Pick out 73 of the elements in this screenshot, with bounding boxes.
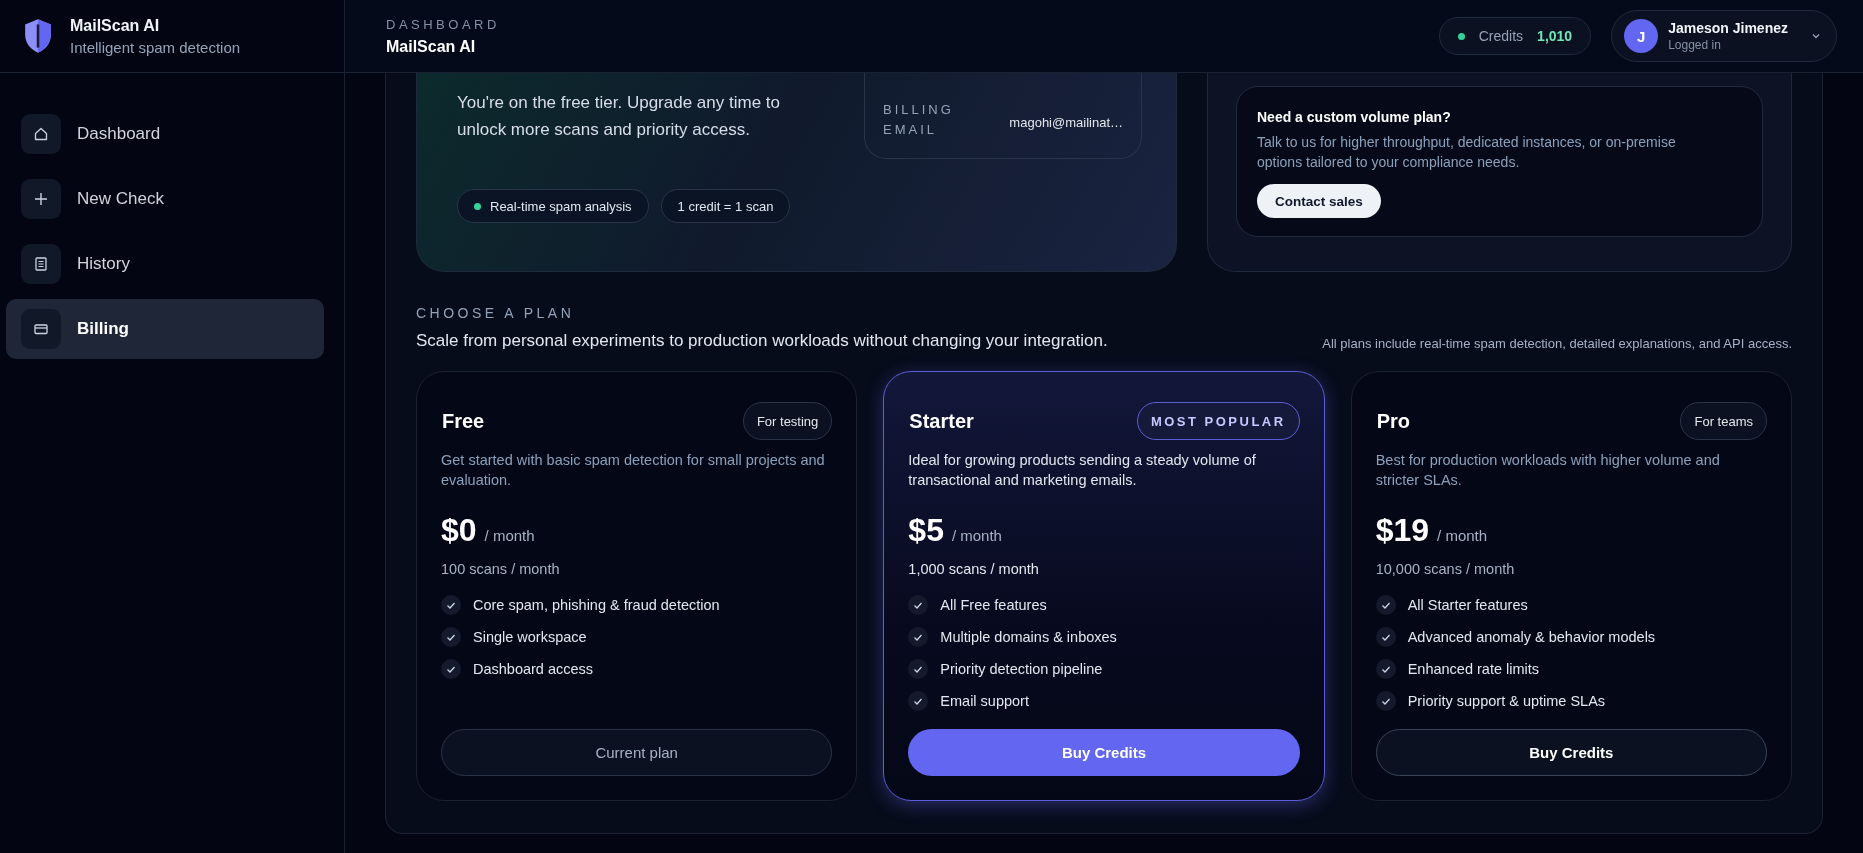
chip-label: 1 credit = 1 scan bbox=[677, 198, 774, 214]
plan-price: $0 bbox=[441, 512, 477, 549]
feature-text: Multiple domains & inboxes bbox=[940, 629, 1117, 645]
custom-plan-title: Need a custom volume plan? bbox=[1257, 109, 1451, 125]
plan-status-text: You're on the free tier. Upgrade any time to unlock more scans and priority access. bbox=[457, 92, 781, 141]
section-subtitle: Scale from personal experiments to production workloads without changing your integration. bbox=[416, 331, 1108, 351]
price-period: / month bbox=[1437, 527, 1488, 544]
feature-text: All Free features bbox=[940, 597, 1047, 613]
shield-logo-icon bbox=[22, 18, 54, 54]
billing-email: magohi@mailinat… bbox=[1009, 115, 1123, 132]
brand-name: MailScan AI bbox=[70, 16, 161, 35]
check-icon bbox=[441, 659, 461, 679]
section-eyebrow: CHOOSE A PLAN bbox=[416, 305, 576, 321]
plan-price: $19 bbox=[1375, 512, 1430, 549]
feature-text: All Starter features bbox=[1407, 597, 1528, 613]
feature-text: Priority detection pipeline bbox=[940, 661, 1103, 677]
plan-button[interactable]: Buy Credits bbox=[908, 729, 1300, 776]
price-period: / month bbox=[951, 527, 1002, 544]
plan-scans: 100 scans / month bbox=[441, 561, 561, 577]
plan-scans: 1,000 scans / month bbox=[908, 561, 1040, 577]
plan-price: $5 bbox=[908, 512, 944, 549]
feature-text: Single workspace bbox=[473, 629, 587, 645]
user-name: Jameson Jimenez bbox=[1668, 20, 1788, 36]
header-eyebrow: DASHBOARD bbox=[386, 16, 500, 32]
sidebar-item[interactable]: Billing bbox=[6, 299, 324, 359]
brand-tagline: Intelligent spam detection bbox=[70, 38, 241, 56]
header-title: MailScan AI bbox=[386, 37, 477, 56]
sidebar-item[interactable]: New Check bbox=[6, 169, 324, 229]
sidebar-item[interactable]: Dashboard bbox=[6, 104, 324, 164]
check-icon bbox=[908, 691, 929, 711]
feature-text: Core spam, phishing & fraud detection bbox=[473, 597, 720, 613]
billing-email-label: BILLING EMAIL bbox=[883, 101, 953, 139]
price-period: / month bbox=[484, 527, 535, 544]
plan-name: Starter bbox=[909, 409, 974, 433]
plan-badge: For teams bbox=[1680, 402, 1767, 440]
plan-button[interactable]: Current plan bbox=[441, 729, 833, 776]
check-icon bbox=[1375, 595, 1396, 615]
feature-text: Dashboard access bbox=[473, 661, 594, 677]
plan-name: Pro bbox=[1376, 409, 1410, 433]
plan-button[interactable]: Buy Credits bbox=[1375, 729, 1767, 776]
status-dot bbox=[474, 202, 481, 210]
plan-description: Best for production workloads with higher volume and stricter SLAs. bbox=[1375, 451, 1721, 490]
chip-label: Real-time spam analysis bbox=[490, 198, 632, 214]
check-icon bbox=[908, 659, 929, 679]
plan-name: Free bbox=[442, 409, 485, 433]
user-status: Logged in bbox=[1668, 38, 1721, 52]
custom-plan-text: Talk to us for higher throughput, dedicated instances, or on-premise options tailored to your compliance needs. bbox=[1257, 133, 1677, 172]
plan-badge: MOST POPULAR bbox=[1136, 402, 1300, 440]
check-icon bbox=[1375, 691, 1396, 711]
credits-pill: Credits 1,010 bbox=[1438, 17, 1592, 55]
plan-description: Get started with basic spam detection for small projects and evaluation. bbox=[441, 451, 826, 490]
check-icon bbox=[908, 627, 929, 647]
user-menu[interactable]: J Jameson Jimenez Logged in bbox=[1611, 10, 1837, 62]
plan-badge: For testing bbox=[742, 402, 833, 440]
feature-text: Advanced anomaly & behavior models bbox=[1407, 629, 1656, 645]
card-icon bbox=[33, 321, 49, 337]
check-icon bbox=[441, 627, 461, 647]
plan-scans: 10,000 scans / month bbox=[1375, 561, 1516, 577]
plan-description: Ideal for growing products sending a steady volume of transactional and marketing emails. bbox=[908, 451, 1257, 490]
home-icon bbox=[33, 126, 49, 142]
sidebar-item[interactable]: History bbox=[6, 234, 324, 294]
check-icon bbox=[441, 595, 461, 615]
plans-note: All plans include real-time spam detection, detailed explanations, and API access. bbox=[1322, 336, 1792, 351]
contact-sales-button[interactable]: Contact sales bbox=[1257, 184, 1381, 218]
check-icon bbox=[1375, 659, 1396, 679]
avatar: J bbox=[1624, 19, 1659, 53]
check-icon bbox=[1375, 627, 1396, 647]
plus-icon bbox=[33, 191, 49, 207]
document-icon bbox=[33, 256, 49, 272]
check-icon bbox=[908, 595, 929, 615]
feature-text: Priority support & uptime SLAs bbox=[1407, 693, 1606, 709]
feature-text: Email support bbox=[940, 693, 1029, 709]
feature-text: Enhanced rate limits bbox=[1407, 661, 1540, 677]
